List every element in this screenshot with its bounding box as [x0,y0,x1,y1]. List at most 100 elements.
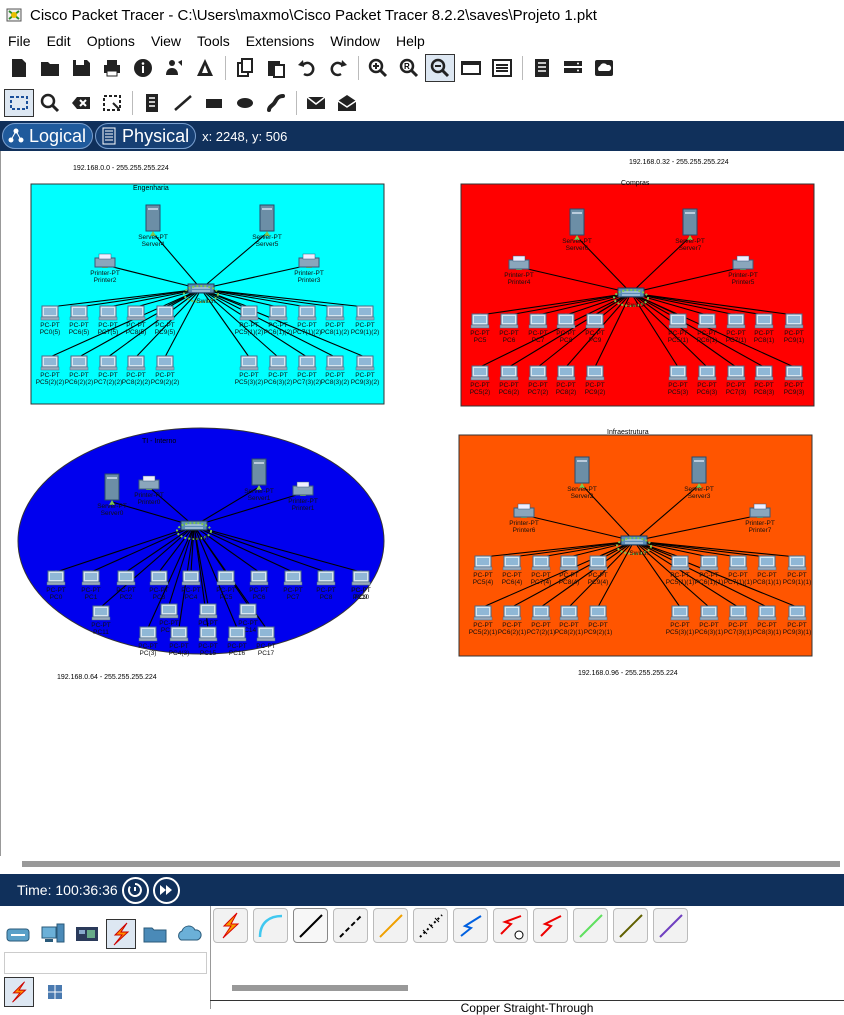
printer-type-label: Printer-PT [288,498,318,505]
zoom-in-button[interactable] [363,54,393,82]
serial-dte-button[interactable] [533,908,568,943]
server-name-label: Server5 [256,241,279,248]
pc-type-label: PC-PT [256,643,276,650]
menu-help[interactable]: Help [388,33,433,49]
cloud-view-button[interactable] [589,54,619,82]
fiber-button[interactable] [373,908,408,943]
pc-name-label: PC6 [253,594,266,601]
logical-mode-button[interactable]: Logical [2,123,94,149]
pc-type-label: PC-PT [351,587,371,594]
console-cable-button[interactable] [253,908,288,943]
menu-options[interactable]: Options [79,33,143,49]
pc-type-label: PC-PT [556,330,576,337]
copper-cross-button[interactable] [333,908,368,943]
delete-tool-button[interactable] [66,89,96,117]
power-cycle-button[interactable] [121,876,149,904]
server-name-label: Server3 [688,493,711,500]
end-devices-button[interactable] [38,919,68,949]
pdu-list-icon [535,59,549,77]
paste-button[interactable] [261,54,291,82]
open-file-button[interactable] [35,54,65,82]
pc-name-label: PC6(1) [697,337,718,344]
copy-button[interactable] [230,54,260,82]
fast-forward-button[interactable] [152,876,180,904]
draw-rectangle-button[interactable] [199,89,229,117]
freeform-button[interactable] [261,89,291,117]
canvas-horizontal-scrollbar[interactable] [0,856,844,874]
pc-type-label: PC-PT [40,322,60,329]
server-name-label: Server7 [679,245,702,252]
server-type-label: Server-PT [684,486,714,493]
pc-name-label: PC5(1) [668,337,689,344]
pc-type-label: PC-PT [499,330,519,337]
pc-name-label: PC4 [185,594,198,601]
pc-type-label: PC-PT [697,330,717,337]
connections-button[interactable] [106,919,136,949]
redo-button[interactable] [323,54,353,82]
menu-extensions[interactable]: Extensions [238,33,322,49]
menu-edit[interactable]: Edit [39,33,79,49]
usb-cable-button[interactable] [653,908,688,943]
copper-straight-button[interactable] [293,908,328,943]
menu-window[interactable]: Window [322,33,388,49]
complex-pdu-button[interactable] [332,89,362,117]
zoom-reset-button[interactable]: R [394,54,424,82]
serial-dce-button[interactable] [493,908,528,943]
scrollbar-thumb[interactable] [22,861,840,867]
menu-file[interactable]: File [0,33,39,49]
connections-subtype-button[interactable] [4,977,34,1007]
physical-mode-button[interactable]: Physical [95,123,197,149]
miscellaneous-button[interactable] [140,919,170,949]
grid-subtype-button[interactable] [40,977,70,1007]
resize-tool-button[interactable] [97,89,127,117]
draw-ellipse-button[interactable] [230,89,260,117]
pc-type-label: PC-PT [138,643,158,650]
new-file-button[interactable] [4,54,34,82]
simple-pdu-button[interactable] [301,89,331,117]
zoom-reset-icon: R [399,58,419,78]
undo-button[interactable] [292,54,322,82]
drawing-palette-button[interactable] [456,54,486,82]
print-button[interactable] [97,54,127,82]
pc-type-label: PC-PT [81,587,101,594]
multiuser-button[interactable] [174,919,204,949]
info-icon [134,59,152,77]
inspect-tool-button[interactable] [35,89,65,117]
ipv4-button[interactable] [190,54,220,82]
logical-workspace[interactable]: 192.168.0.0 - 255.255.255.224 Engenharia… [0,151,844,856]
pc-type-label: PC-PT [726,330,746,337]
coaxial-button[interactable] [453,908,488,943]
phone-cable-button[interactable] [413,908,448,943]
draw-line-button[interactable] [168,89,198,117]
place-note-button[interactable] [137,89,167,117]
power-cycle-icon [128,883,143,897]
iot-custom-cable-button[interactable] [613,908,648,943]
pc-type-label: PC-PT [784,382,804,389]
cable-type-list [213,908,693,943]
zoom-out-button[interactable] [425,54,455,82]
pc-name-label: PC9(1)(1) [783,579,812,586]
menu-view[interactable]: View [143,33,189,49]
select-tool-button[interactable] [4,89,34,117]
octal-cable-button[interactable] [573,908,608,943]
network-devices-button[interactable] [4,919,34,949]
pc-name-label: PC9(3)(1) [783,629,812,636]
custom-device-button[interactable] [487,54,517,82]
zone-engenharia[interactable] [30,183,385,405]
inspect-icon [40,93,60,113]
components-button[interactable] [72,919,102,949]
server-type-label: Server-PT [244,488,274,495]
pdu-list-button[interactable] [527,54,557,82]
rack-button[interactable] [558,54,588,82]
cable-list-scrollbar[interactable] [232,985,408,991]
network-info-button[interactable] [159,54,189,82]
pc-name-label: PC7(2)(1) [527,629,556,636]
automatic-cable-button[interactable] [213,908,248,943]
activity-wizard-button[interactable] [128,54,158,82]
topology-canvas[interactable]: 192.168.0.0 - 255.255.255.224 Engenharia… [1,151,844,856]
menu-tools[interactable]: Tools [189,33,238,49]
pc-name-label: PC7(2) [528,389,549,396]
save-button[interactable] [66,54,96,82]
resize-icon [103,95,121,111]
serial-dce-icon [499,914,523,939]
